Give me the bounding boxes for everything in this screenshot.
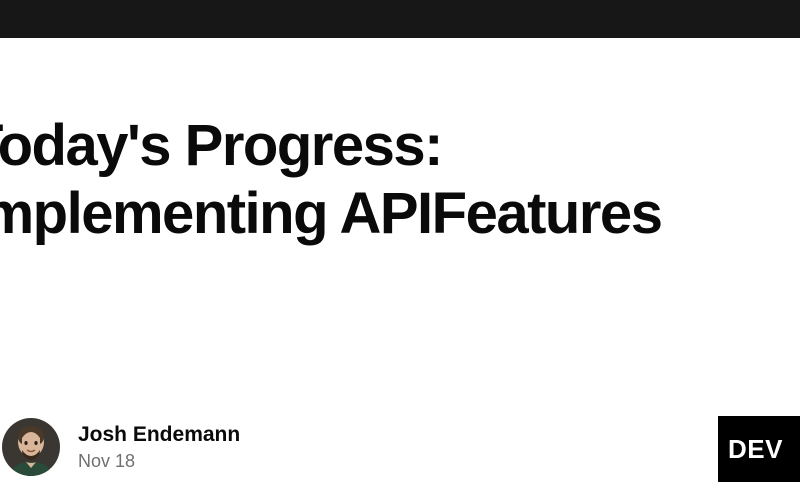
article-card: Today's Progress: Implementing APIFeatur… <box>0 38 800 500</box>
article-title: Today's Progress: Implementing APIFeatur… <box>0 112 661 249</box>
byline-text: Josh Endemann Nov 18 <box>78 422 240 473</box>
title-line-1: Today's Progress: <box>0 113 442 178</box>
dev-badge[interactable]: DEV <box>718 416 800 482</box>
title-line-2: Implementing APIFeatures <box>0 181 661 246</box>
publish-date: Nov 18 <box>78 450 240 473</box>
dev-badge-label: DEV <box>728 434 783 465</box>
top-bar <box>0 0 800 38</box>
byline: Josh Endemann Nov 18 <box>2 418 240 476</box>
author-name[interactable]: Josh Endemann <box>78 422 240 448</box>
author-avatar[interactable] <box>2 418 60 476</box>
